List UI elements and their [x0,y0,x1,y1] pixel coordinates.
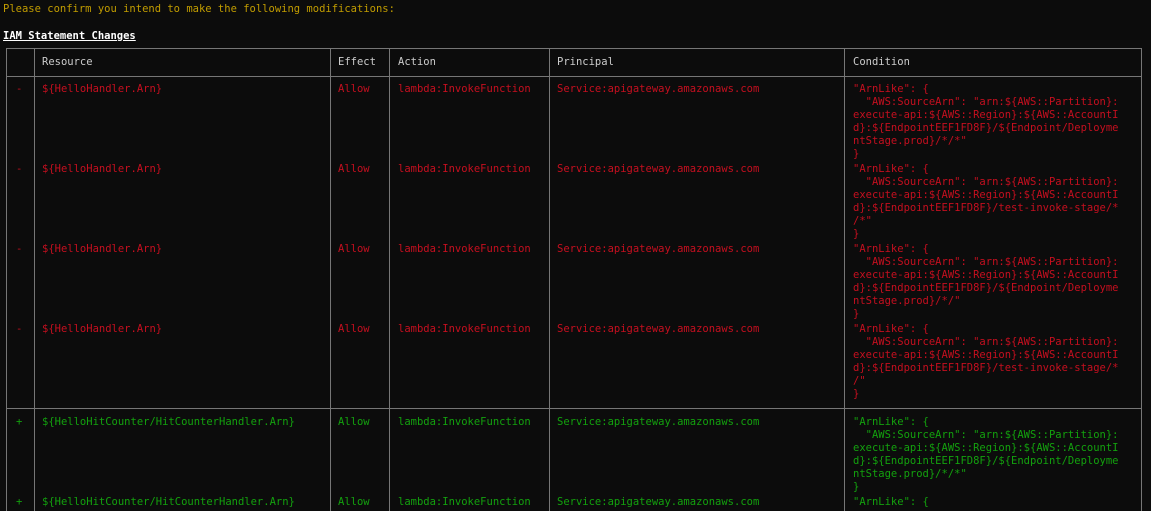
column-divider [549,49,550,511]
row-condition: "ArnLike": { "AWS:SourceArn": "arn:${AWS… [853,243,1119,320]
header-divider [7,76,1141,77]
row-resource: ${HelloHandler.Arn} [42,163,163,175]
column-divider [389,49,390,511]
row-action: lambda:InvokeFunction [398,243,531,255]
section-divider [7,408,1141,409]
row-change-sign: - [16,163,23,175]
row-change-sign: - [16,83,23,95]
row-effect: Allow [338,496,370,508]
row-change-sign: - [16,243,23,255]
row-condition: "ArnLike": { [853,496,929,508]
row-effect: Allow [338,83,370,95]
row-principal: Service:apigateway.amazonaws.com [557,163,760,175]
row-condition: "ArnLike": { "AWS:SourceArn": "arn:${AWS… [853,163,1119,240]
header-principal: Principal [557,56,614,68]
iam-changes-table: Resource Effect Action Principal Conditi… [6,48,1142,511]
row-principal: Service:apigateway.amazonaws.com [557,83,760,95]
row-action: lambda:InvokeFunction [398,416,531,428]
row-resource: ${HelloHandler.Arn} [42,83,163,95]
confirm-prompt: Please confirm you intend to make the fo… [3,3,395,15]
row-action: lambda:InvokeFunction [398,163,531,175]
row-principal: Service:apigateway.amazonaws.com [557,496,760,508]
row-resource: ${HelloHandler.Arn} [42,323,163,335]
row-condition: "ArnLike": { "AWS:SourceArn": "arn:${AWS… [853,323,1119,400]
row-effect: Allow [338,243,370,255]
row-principal: Service:apigateway.amazonaws.com [557,323,760,335]
row-effect: Allow [338,163,370,175]
row-condition: "ArnLike": { "AWS:SourceArn": "arn:${AWS… [853,83,1119,160]
row-resource: ${HelloHandler.Arn} [42,243,163,255]
row-principal: Service:apigateway.amazonaws.com [557,416,760,428]
row-change-sign: + [16,496,23,508]
row-action: lambda:InvokeFunction [398,496,531,508]
column-divider [330,49,331,511]
row-condition: "ArnLike": { "AWS:SourceArn": "arn:${AWS… [853,416,1119,493]
row-effect: Allow [338,323,370,335]
row-change-sign: + [16,416,23,428]
column-divider [34,49,35,511]
header-resource: Resource [42,56,93,68]
header-action: Action [398,56,436,68]
row-resource: ${HelloHitCounter/HitCounterHandler.Arn} [42,416,295,428]
row-change-sign: - [16,323,23,335]
column-divider [844,49,845,511]
header-effect: Effect [338,56,376,68]
row-action: lambda:InvokeFunction [398,323,531,335]
row-effect: Allow [338,416,370,428]
row-principal: Service:apigateway.amazonaws.com [557,243,760,255]
iam-statement-changes-title: IAM Statement Changes [3,30,136,42]
row-resource: ${HelloHitCounter/HitCounterHandler.Arn} [42,496,295,508]
row-action: lambda:InvokeFunction [398,83,531,95]
header-condition: Condition [853,56,910,68]
